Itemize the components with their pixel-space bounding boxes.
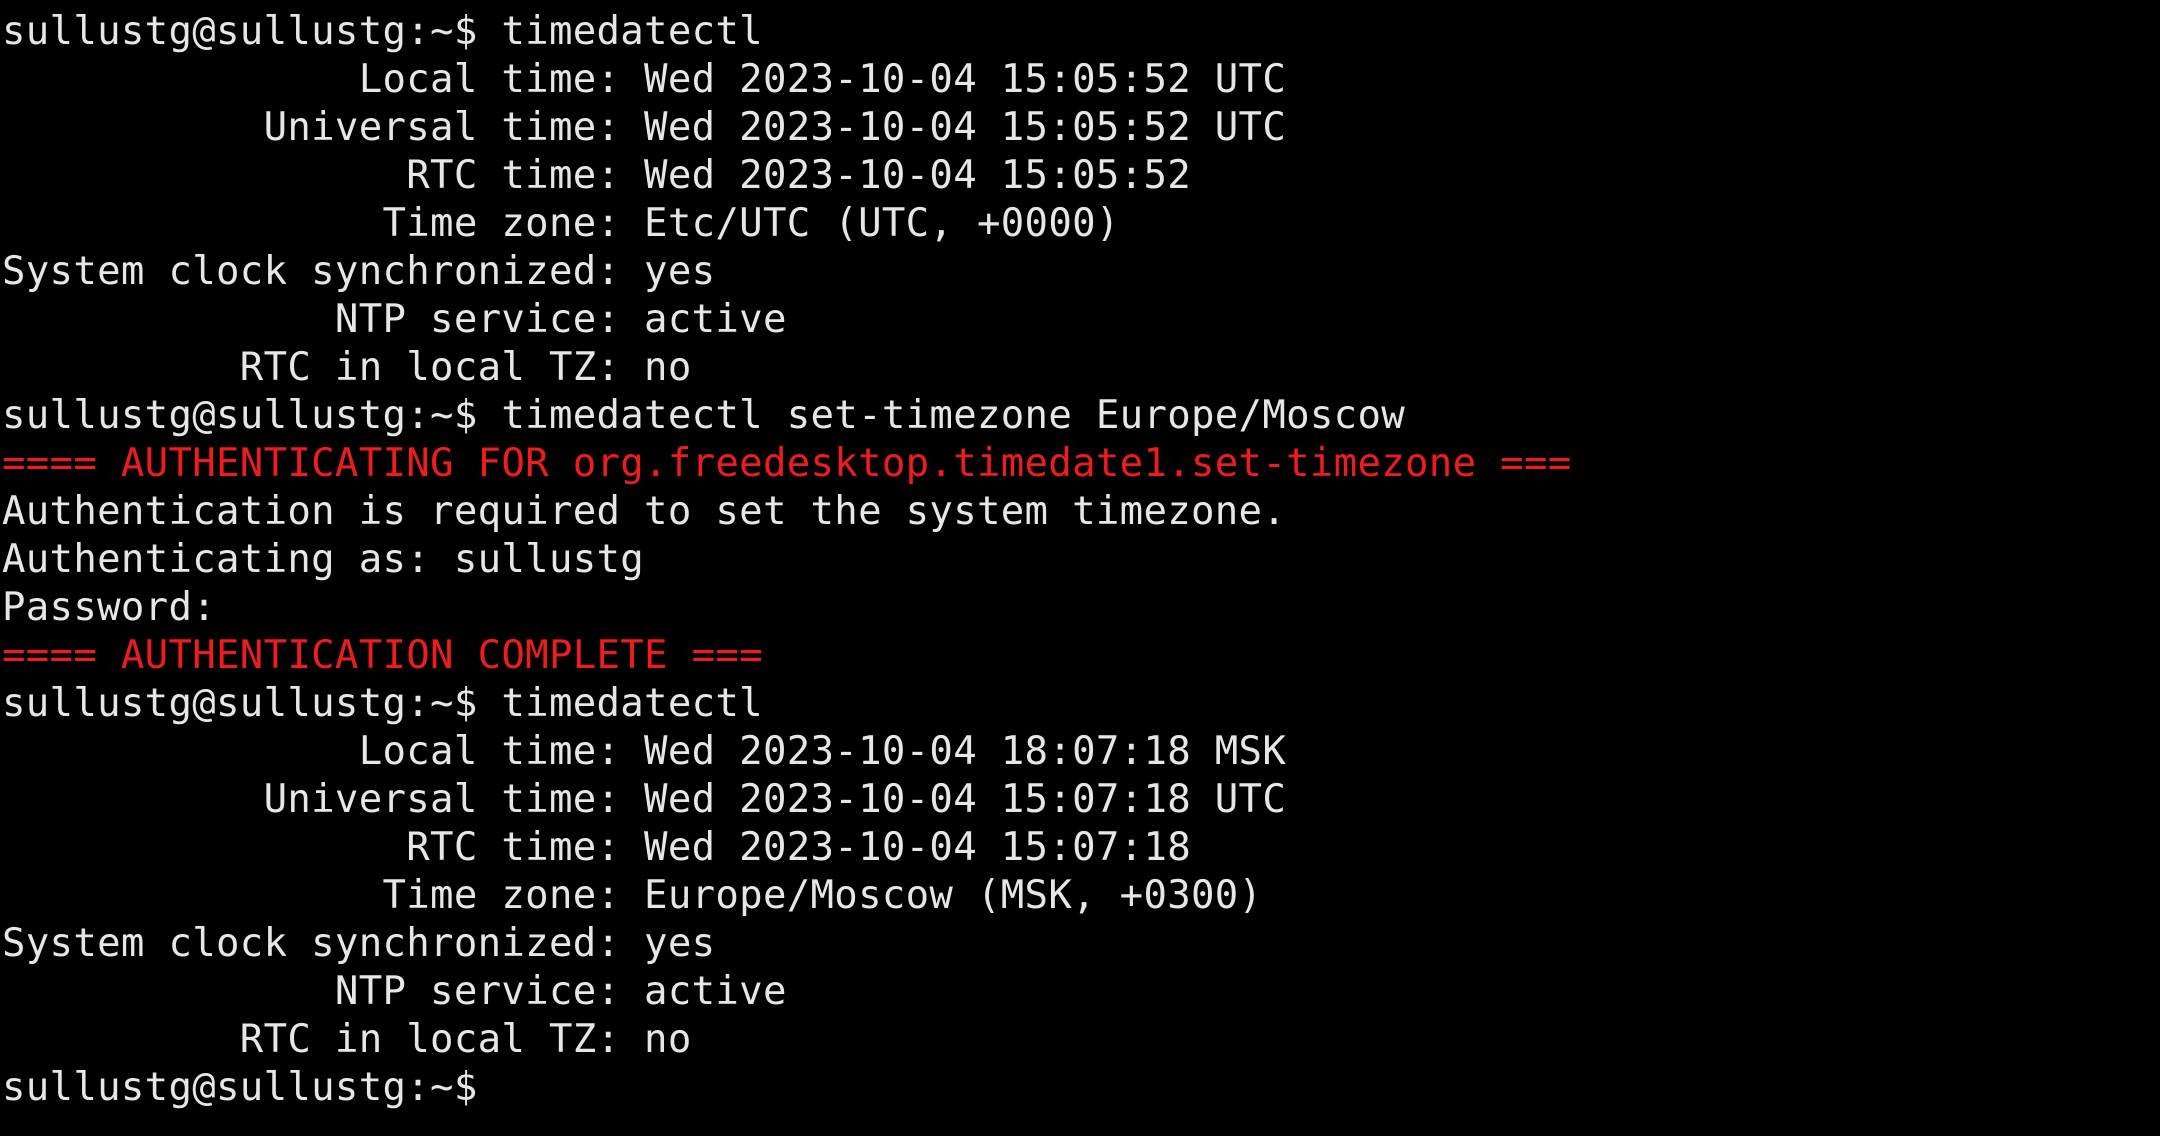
terminal-window[interactable]: sullustg@sullustg:~$ timedatectl Local t… bbox=[0, 0, 2160, 1136]
prompt-line: sullustg@sullustg:~$ timedatectl bbox=[2, 681, 763, 726]
prompt-line: sullustg@sullustg:~$ timedatectl set-tim… bbox=[2, 393, 1406, 438]
output-line-universal-time: Universal time: Wed 2023-10-04 15:05:52 … bbox=[2, 105, 1287, 150]
output-line-ntp-service: NTP service: active bbox=[2, 969, 787, 1014]
output-line-rtc-time: RTC time: Wed 2023-10-04 15:07:18 bbox=[2, 825, 1191, 870]
output-line-authenticating-as: Authenticating as: sullustg bbox=[2, 537, 645, 582]
prompt-line: sullustg@sullustg:~$ timedatectl bbox=[2, 9, 763, 54]
auth-message-line: ==== AUTHENTICATING FOR org.freedesktop.… bbox=[2, 441, 1572, 486]
output-line-ntp-service: NTP service: active bbox=[2, 297, 787, 342]
output-line-rtc-time: RTC time: Wed 2023-10-04 15:05:52 bbox=[2, 153, 1191, 198]
output-line-time-zone: Time zone: Europe/Moscow (MSK, +0300) bbox=[2, 873, 1263, 918]
output-line-clock-synchronized: System clock synchronized: yes bbox=[2, 249, 716, 294]
output-line-rtc-local-tz: RTC in local TZ: no bbox=[2, 1017, 692, 1062]
output-line-auth-required: Authentication is required to set the sy… bbox=[2, 489, 1287, 534]
password-prompt-line: Password: bbox=[2, 585, 217, 630]
output-line-local-time: Local time: Wed 2023-10-04 18:07:18 MSK bbox=[2, 729, 1287, 774]
output-line-clock-synchronized: System clock synchronized: yes bbox=[2, 921, 716, 966]
output-line-time-zone: Time zone: Etc/UTC (UTC, +0000) bbox=[2, 201, 1120, 246]
current-prompt-line[interactable]: sullustg@sullustg:~$ bbox=[2, 1064, 1571, 1112]
auth-message-line: ==== AUTHENTICATION COMPLETE === bbox=[2, 633, 763, 678]
output-line-local-time: Local time: Wed 2023-10-04 15:05:52 UTC bbox=[2, 57, 1287, 102]
output-line-rtc-local-tz: RTC in local TZ: no bbox=[2, 345, 692, 390]
output-line-universal-time: Universal time: Wed 2023-10-04 15:07:18 … bbox=[2, 777, 1287, 822]
terminal-output[interactable]: sullustg@sullustg:~$ timedatectl Local t… bbox=[2, 8, 1571, 1112]
